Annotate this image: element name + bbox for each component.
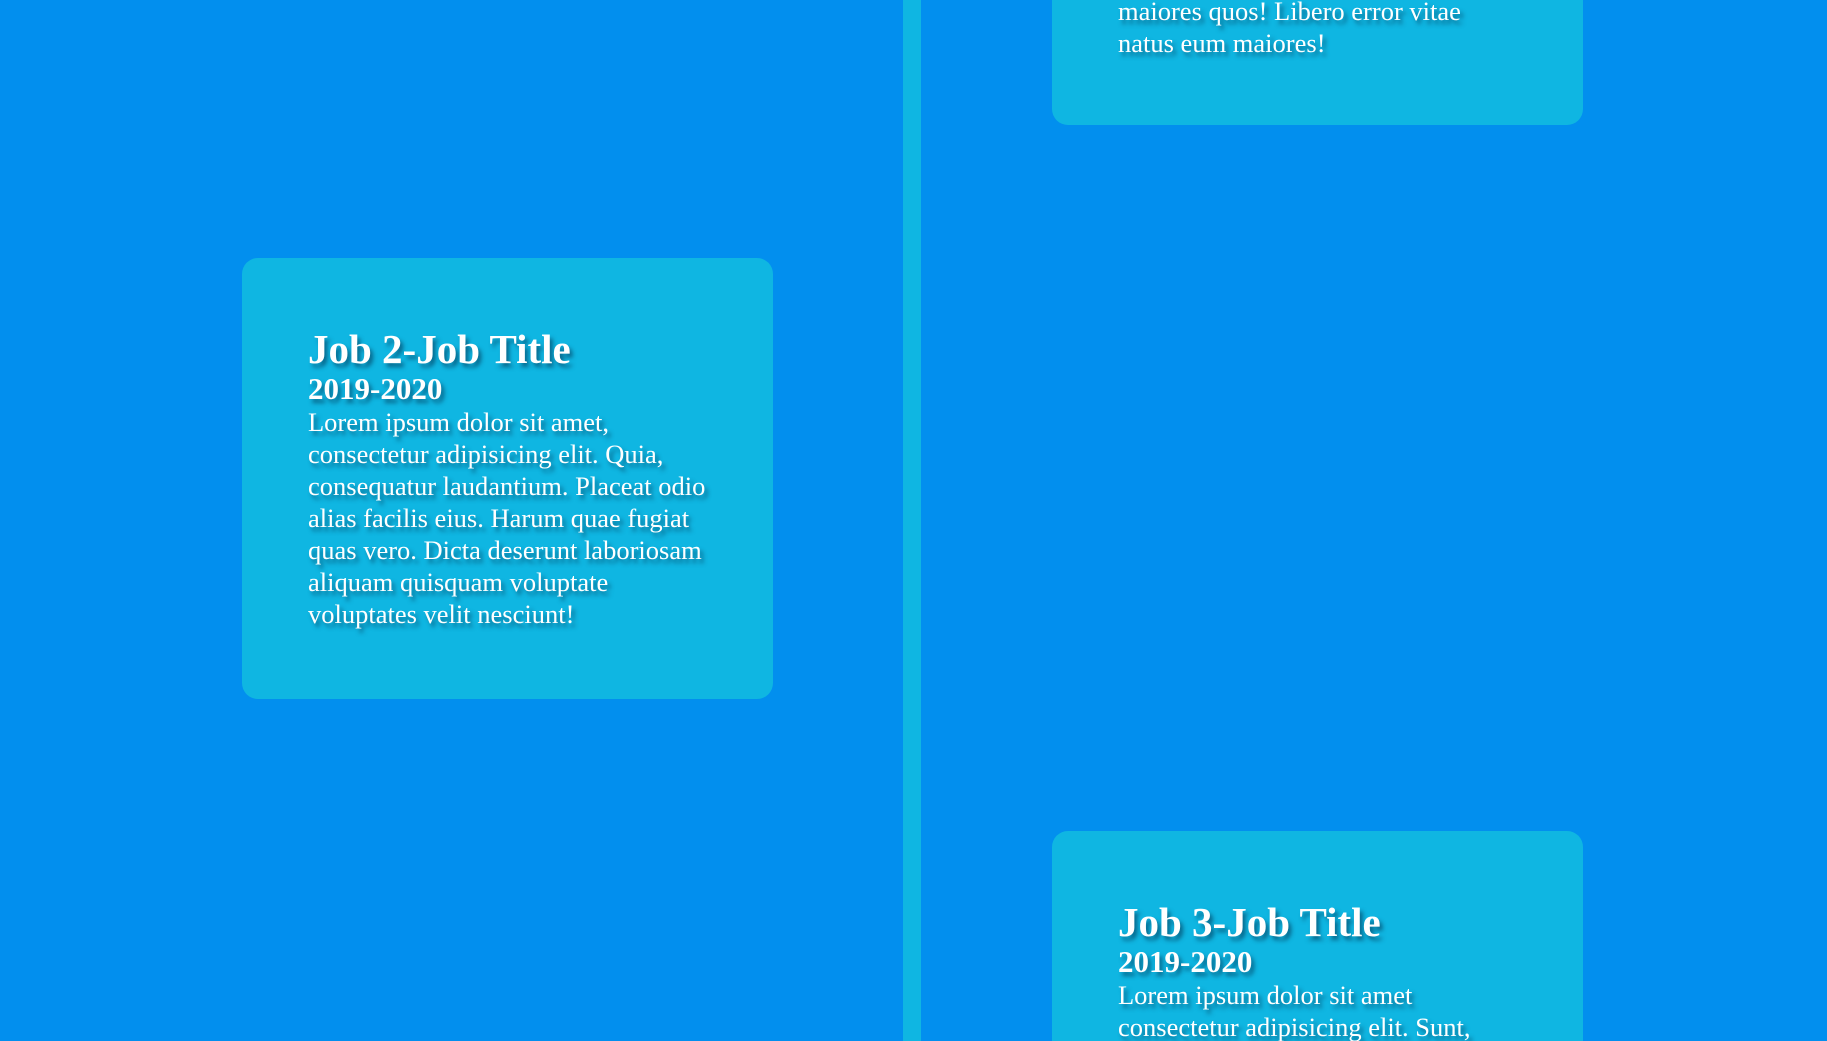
timeline-card-job-3: Job 3-Job Title 2019-2020 Lorem ipsum do…: [1052, 831, 1583, 1041]
card-title: Job 3-Job Title: [1118, 899, 1381, 945]
timeline-card-job-1: maiores quos! Libero error vitae natus e…: [1052, 0, 1583, 125]
timeline-page: maiores quos! Libero error vitae natus e…: [0, 0, 1827, 1041]
timeline-card-job-2: Job 2-Job Title 2019-2020 Lorem ipsum do…: [242, 258, 773, 699]
card-description: maiores quos! Libero error vitae natus e…: [1118, 0, 1461, 58]
card-title: Job 2-Job Title: [308, 326, 571, 372]
card-description: Lorem ipsum dolor sit amet, consectetur …: [308, 407, 706, 629]
card-description: Lorem ipsum dolor sit amet consectetur a…: [1118, 980, 1471, 1041]
card-years: 2019-2020: [1118, 944, 1253, 979]
card-years: 2019-2020: [308, 371, 443, 406]
timeline-line: [903, 0, 921, 1041]
